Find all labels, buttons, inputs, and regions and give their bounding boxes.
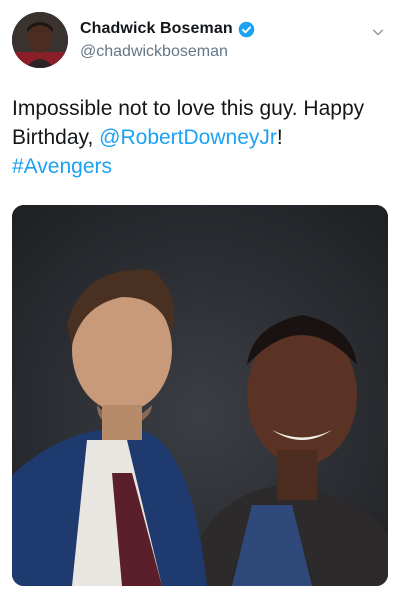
user-handle[interactable]: @chadwickboseman <box>80 43 360 61</box>
tweet-text-part2: ! <box>276 126 283 149</box>
author-names: Chadwick Boseman @chadwickboseman <box>80 18 360 61</box>
avatar[interactable] <box>12 12 68 68</box>
chevron-down-icon[interactable] <box>368 22 388 42</box>
tweet-text: Impossible not to love this guy. Happy B… <box>12 94 388 181</box>
photo-image <box>12 205 388 586</box>
verified-badge-icon <box>238 21 255 38</box>
hashtag-link[interactable]: #Avengers <box>12 155 112 178</box>
mention-link[interactable]: @RobertDowneyJr <box>99 126 277 149</box>
tweet-photo[interactable] <box>12 205 388 586</box>
avatar-image <box>12 12 68 68</box>
display-name[interactable]: Chadwick Boseman <box>80 20 233 38</box>
tweet-header: Chadwick Boseman @chadwickboseman <box>12 12 388 72</box>
tweet-card: Chadwick Boseman @chadwickboseman Imposs… <box>0 0 400 600</box>
